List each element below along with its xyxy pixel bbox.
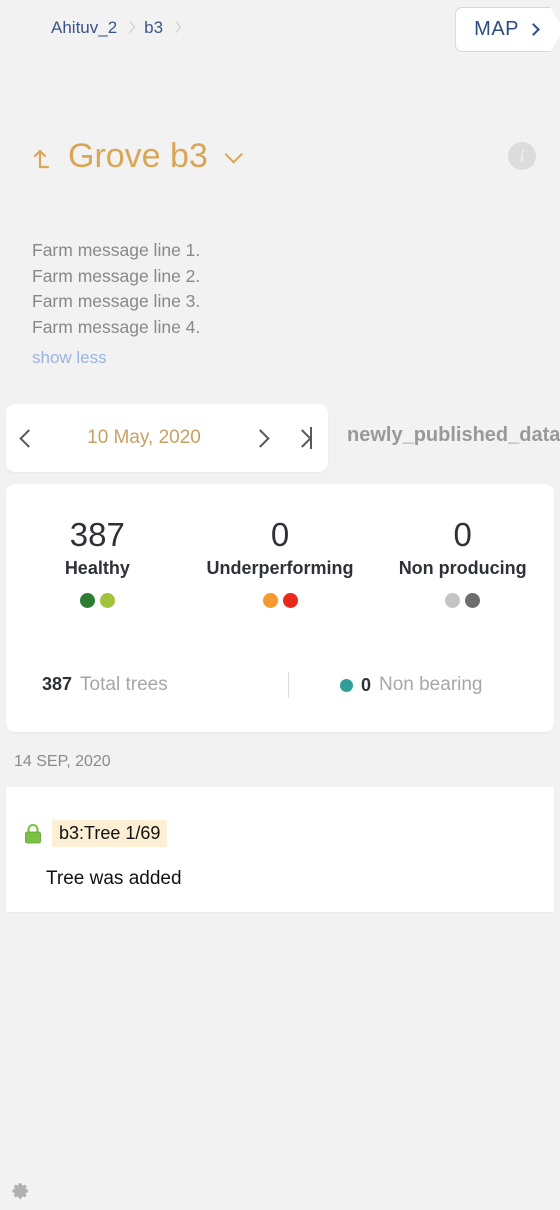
stat-label: Non producing [398,558,527,578]
grove-title-row: Grove b3 i [0,128,560,184]
chevron-right-icon [527,23,540,36]
previous-date-button[interactable] [6,404,50,472]
farm-message-line: Farm message line 1. [32,240,201,260]
skip-to-end-icon [293,428,312,448]
activity-date-header: 14 SEP, 2020 [14,753,111,770]
chevron-left-icon [18,428,38,448]
gear-icon[interactable] [12,1182,30,1200]
breadcrumb-item-grove[interactable]: b3 [144,18,172,38]
activity-card[interactable]: b3:Tree 1/69 [6,787,554,912]
map-button[interactable]: MAP [455,7,560,52]
stat-value: 0 [270,516,290,553]
stat-dots [189,593,372,608]
non-bearing-label: Non bearing [378,674,483,695]
breadcrumb: Ahituv_2 b3 [51,18,190,38]
status-dot-teal [339,678,353,692]
stat-columns: 387 Healthy 0 Underperforming 0 Non prod… [6,514,554,608]
chevron-right-icon [250,428,270,448]
stat-dots [371,593,554,608]
status-dot-orange [262,593,278,608]
total-trees-label: Total trees [80,674,168,695]
show-less-toggle[interactable]: show less [32,348,107,368]
farm-message-line: Farm message line 2. [32,265,201,286]
non-bearing: 0 Non bearing [289,674,555,696]
totals-row: 387 Total trees 0 Non bearing [6,672,554,698]
stat-dots [6,593,189,608]
stat-value: 387 [69,516,125,553]
published-data-label: newly_published_data [347,424,560,446]
arrow-turn-up-left-icon[interactable] [30,141,60,171]
breadcrumb-item-farm[interactable]: Ahituv_2 [51,18,126,38]
tree-stats-card: 387 Healthy 0 Underperforming 0 Non prod… [6,484,554,732]
grove-detail-page: Ahituv_2 b3 MAP Grove b3 i Farm message … [0,0,560,1210]
status-dot-light-gray [445,593,461,608]
total-trees-value: 387 [42,674,73,694]
farm-message-line: Farm message line 4. [32,316,201,337]
stat-value: 0 [453,516,472,553]
lock-icon [22,822,44,846]
total-trees: 387 Total trees [6,674,288,696]
status-dot-red [282,593,298,608]
status-dot-dark-green [79,593,95,608]
farm-message-block: Farm message line 1. Farm message line 2… [32,238,452,368]
non-bearing-value: 0 [360,674,371,695]
chevron-down-icon[interactable] [224,144,243,164]
activity-message: Tree was added [46,868,182,889]
stat-healthy[interactable]: 387 Healthy [6,514,189,608]
top-bar: Ahituv_2 b3 MAP [0,0,560,62]
current-date-label[interactable]: 10 May, 2020 [50,427,238,449]
stat-underperforming[interactable]: 0 Underperforming [189,514,372,608]
skip-to-end-bar [310,427,312,449]
next-date-button[interactable] [238,404,282,472]
status-dot-light-green [99,593,115,608]
activity-header: b3:Tree 1/69 [22,820,168,847]
date-navigator: 10 May, 2020 [6,404,328,472]
status-dot-dark-gray [465,593,481,608]
map-button-label: MAP [474,18,519,40]
breadcrumb-separator-icon [126,21,135,36]
last-date-button[interactable] [282,404,328,472]
tree-reference-chip[interactable]: b3:Tree 1/69 [52,820,168,847]
stat-non-producing[interactable]: 0 Non producing [371,514,554,608]
info-circle-icon[interactable]: i [508,142,536,170]
farm-message-line: Farm message line 3. [32,291,201,311]
stat-label: Underperforming [206,558,354,578]
breadcrumb-separator-icon [172,21,181,36]
page-title: Grove b3 [68,136,208,175]
stat-label: Healthy [64,558,130,578]
